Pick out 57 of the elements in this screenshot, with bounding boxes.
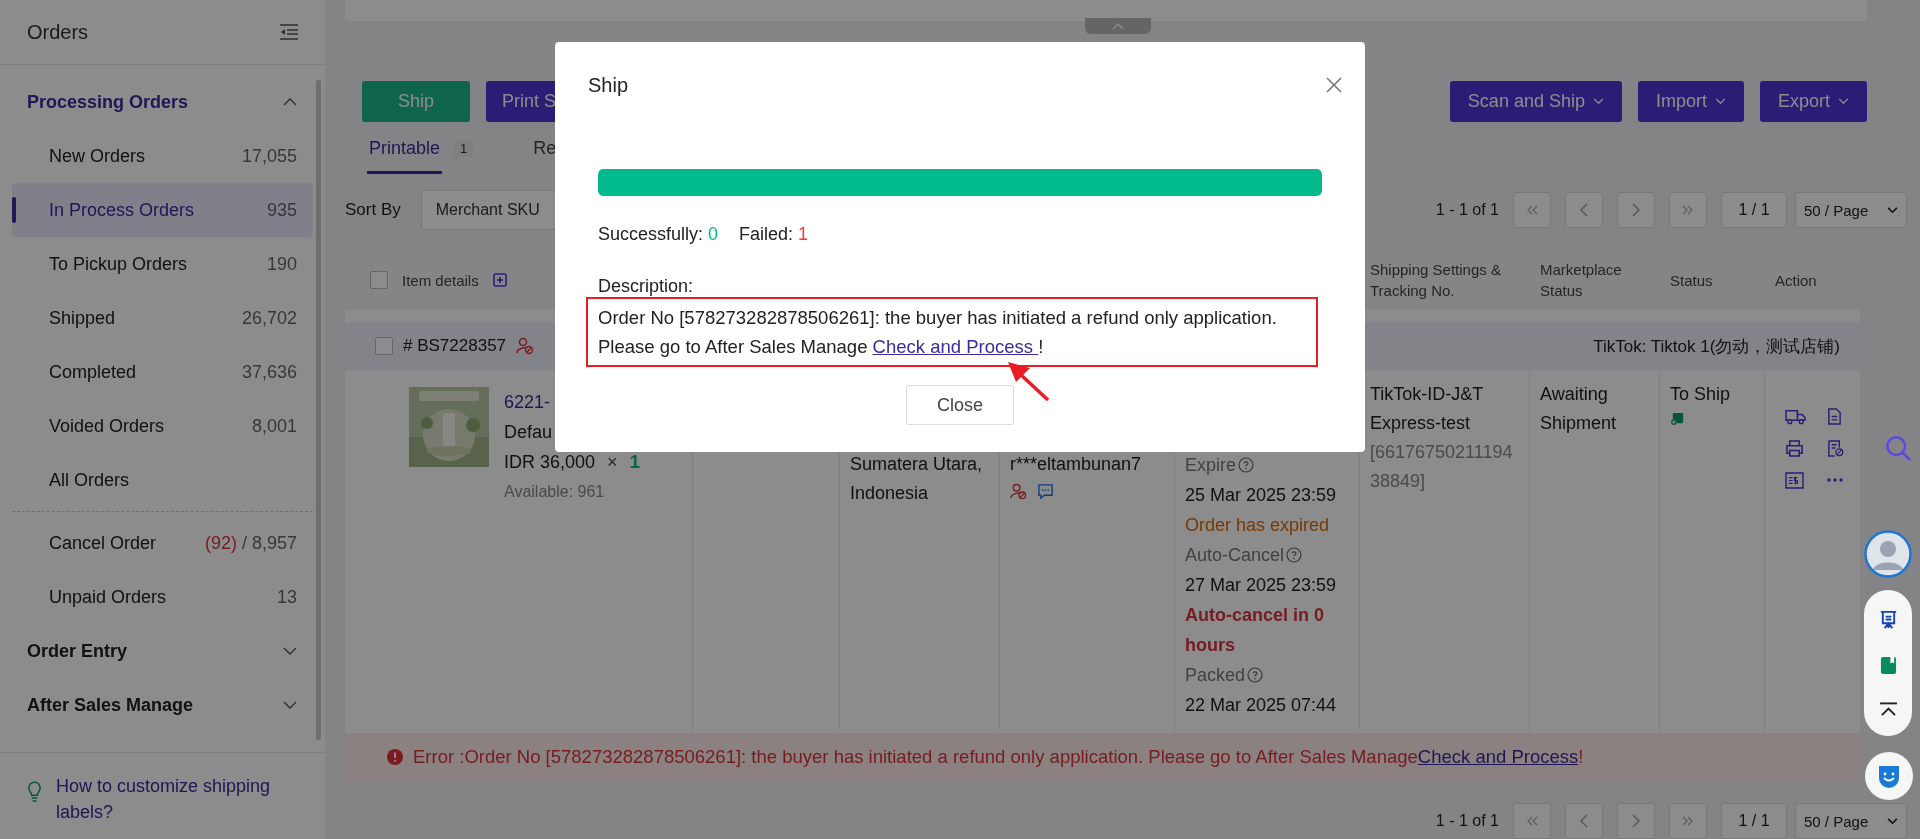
column-header: Marketplace Status	[1540, 260, 1623, 301]
tab-count: 1	[454, 139, 474, 157]
multiply-sign: ×	[607, 451, 618, 474]
menu-item-label: Shipped	[49, 307, 116, 329]
tracking-number: [6617675021119438849]	[1370, 441, 1514, 493]
shipping-address: Sumatera Utara, Indonesia	[850, 453, 984, 505]
failed-label: Failed:	[739, 224, 794, 245]
menu-item-label: Cancel Order	[49, 532, 157, 554]
column-header: Action	[1775, 270, 1817, 291]
menu-item-count: 26,702	[241, 307, 297, 329]
order-number: # BS7228357	[403, 336, 507, 356]
failed-count: 1	[798, 224, 809, 245]
menu-item-count: 190	[266, 253, 297, 275]
error-message: Error :Order No [578273282878506261]: the buyer has initiated a refund only application. Please go to After Sales ManageCheck and Process!	[413, 746, 1584, 768]
date-label: Auto-Cancel	[1185, 544, 1285, 567]
product-price: IDR 36,000	[504, 451, 596, 474]
store-name: TikTok: Tiktok 1(勿动，测试店铺)	[1593, 335, 1840, 358]
menu-item-count: / 8,957	[241, 532, 297, 553]
page-range: 1 - 1 of 1	[1435, 812, 1499, 830]
menu-item-count: 935	[266, 199, 297, 221]
error-message: Please go to After Sales Manage Check and Process !	[598, 335, 1045, 359]
date-label: Expire	[1185, 454, 1237, 477]
date-value: 25 Mar 2025 23:59	[1185, 484, 1338, 507]
menu-item-label: New Orders	[49, 145, 146, 167]
deadline-notice: Order has expired	[1185, 514, 1331, 537]
carrier-name: TikTok-ID-J&T Express-test	[1370, 383, 1484, 435]
column-header: Item details	[402, 270, 479, 291]
menu-item-count: 8,001	[251, 415, 297, 437]
deadline-notice: Auto-cancel in 0 hours	[1185, 604, 1326, 657]
order-status: To Ship	[1670, 383, 1732, 406]
menu-item-label: Voided Orders	[49, 415, 165, 437]
dialog-title: Ship	[588, 73, 629, 97]
success-count: 0	[708, 224, 719, 245]
menu-item-label: All Orders	[49, 469, 129, 491]
sort-label: Sort By	[345, 200, 401, 220]
date-value: 27 Mar 2025 23:59	[1185, 574, 1338, 597]
menu-item-label: To Pickup Orders	[49, 253, 188, 275]
menu-item-label: Completed	[49, 361, 137, 383]
column-header: Shipping Settings & Tracking No.	[1370, 260, 1502, 301]
alert-count: (92)	[204, 532, 237, 553]
sidebar-title: Orders	[27, 20, 89, 44]
column-header: Status	[1670, 270, 1713, 291]
menu-item-count: 37,636	[241, 361, 297, 383]
page-range: 1 - 1 of 1	[1435, 201, 1499, 219]
product-variant: Defau	[504, 421, 554, 444]
menu-item-count: 17,055	[241, 145, 297, 167]
menu-item-label: In Process Orders	[49, 199, 195, 221]
date-label: Packed	[1185, 664, 1246, 687]
description-label: Description:	[598, 275, 695, 297]
menu-item-count: 13	[276, 586, 297, 607]
stock-available: Available: 961	[504, 482, 606, 502]
buyer-name: r***eltambunan7	[1010, 453, 1143, 476]
error-message: Order No [578273282878506261]: the buyer has initiated a refund only application.	[598, 306, 1278, 330]
marketplace-status: Awaiting Shipment	[1540, 383, 1618, 435]
date-value: 22 Mar 2025 07:44	[1185, 694, 1338, 717]
product-quantity: 1	[629, 450, 641, 474]
menu-item-label: Unpaid Orders	[49, 586, 167, 608]
